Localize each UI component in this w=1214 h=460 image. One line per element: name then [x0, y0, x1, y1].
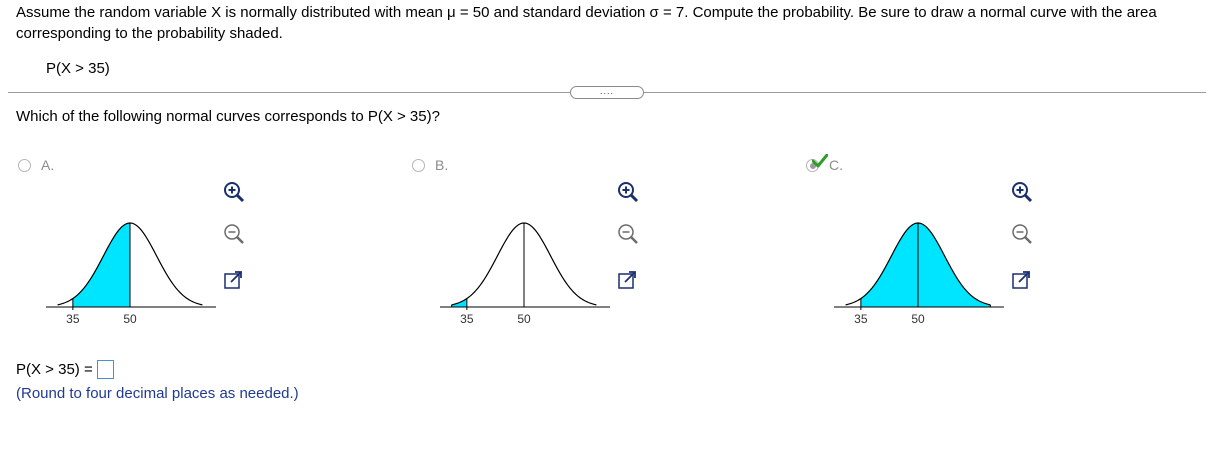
probability-expression: P(X > 35) [46, 60, 110, 77]
normal-curve-c: 35 50 [834, 222, 1004, 326]
option-c-chart: 35 50 [834, 200, 1004, 330]
rounding-note: (Round to four decimal places as needed.… [16, 385, 299, 402]
show-more-button[interactable]: .... [570, 86, 644, 99]
zoom-out-icon[interactable] [1010, 222, 1034, 246]
shaded-area [72, 223, 130, 307]
option-b-radio[interactable] [412, 159, 425, 172]
answer-prompt: P(X > 35) = [16, 361, 93, 378]
expand-icon[interactable] [222, 268, 246, 292]
option-b-label: B. [435, 157, 449, 173]
option-c-label: C. [829, 157, 843, 173]
question-text: Assume the random variable X is normally… [16, 4, 1157, 42]
answer-input[interactable] [96, 360, 114, 379]
option-a-radio[interactable] [18, 159, 31, 172]
checkmark-icon [812, 154, 828, 168]
option-a-chart: 35 50 [46, 200, 216, 330]
zoom-in-icon[interactable] [1010, 180, 1034, 204]
normal-curve-b: 35 50 [440, 222, 610, 326]
subquestion-text: Which of the following normal curves cor… [16, 108, 440, 125]
normal-curve-a: 35 50 [46, 222, 216, 326]
tick-label: 35 [460, 312, 474, 326]
option-a-label: A. [41, 157, 55, 173]
tick-label: 35 [66, 312, 80, 326]
zoom-in-icon[interactable] [616, 180, 640, 204]
expand-icon[interactable] [616, 268, 640, 292]
zoom-out-icon[interactable] [616, 222, 640, 246]
answer-line: P(X > 35) = [16, 360, 114, 379]
option-b-chart: 35 50 [440, 200, 610, 330]
tick-label: 50 [517, 312, 531, 326]
expand-icon[interactable] [1010, 268, 1034, 292]
zoom-in-icon[interactable] [222, 180, 246, 204]
tick-label: 50 [911, 312, 925, 326]
tick-label: 50 [123, 312, 137, 326]
shaded-area [860, 223, 991, 307]
tick-label: 35 [854, 312, 868, 326]
zoom-out-icon[interactable] [222, 222, 246, 246]
